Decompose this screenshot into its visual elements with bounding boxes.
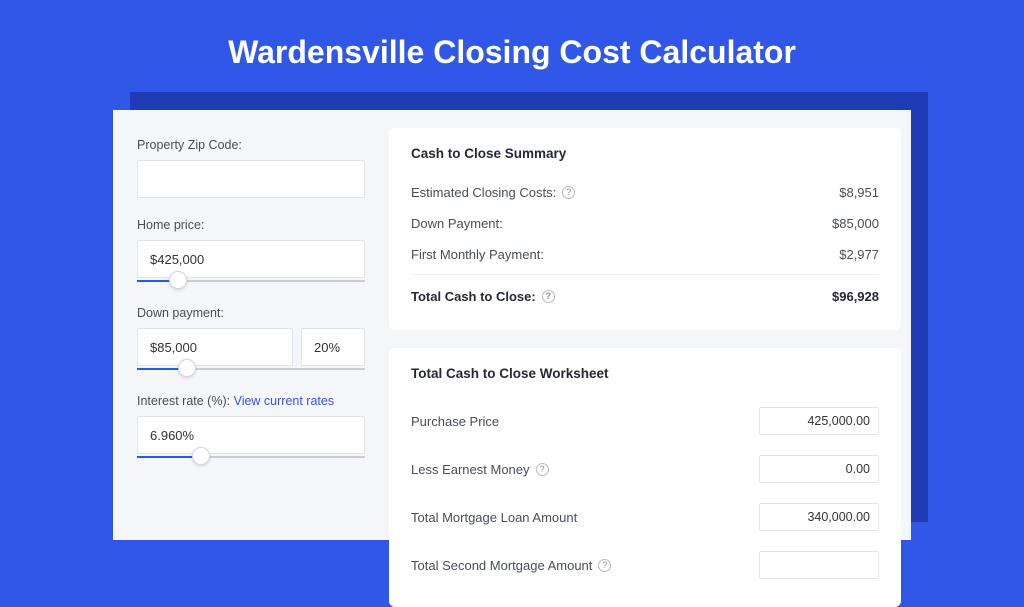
down-payment-field: Down payment:	[137, 306, 365, 374]
summary-value: $2,977	[839, 247, 879, 262]
worksheet-row: Total Mortgage Loan Amount	[411, 493, 879, 541]
worksheet-input[interactable]	[759, 455, 879, 483]
worksheet-label: Less Earnest Money	[411, 462, 530, 477]
worksheet-label: Total Second Mortgage Amount	[411, 558, 592, 573]
down-payment-input[interactable]	[137, 328, 293, 366]
worksheet-row: Purchase Price	[411, 397, 879, 445]
summary-heading: Cash to Close Summary	[411, 146, 879, 161]
interest-rate-label-text: Interest rate (%):	[137, 394, 230, 408]
worksheet-label: Purchase Price	[411, 414, 499, 429]
summary-label: First Monthly Payment:	[411, 247, 544, 262]
help-icon[interactable]: ?	[542, 290, 555, 303]
down-payment-slider[interactable]	[137, 364, 365, 374]
home-price-label: Home price:	[137, 218, 365, 232]
interest-rate-slider[interactable]	[137, 452, 365, 462]
home-price-field: Home price:	[137, 218, 365, 286]
slider-thumb[interactable]	[178, 359, 196, 377]
slider-thumb[interactable]	[169, 271, 187, 289]
zip-field: Property Zip Code:	[137, 138, 365, 198]
help-icon[interactable]: ?	[562, 186, 575, 199]
summary-total-row: Total Cash to Close: ? $96,928	[411, 274, 879, 312]
view-rates-link[interactable]: View current rates	[234, 394, 335, 408]
down-payment-label: Down payment:	[137, 306, 365, 320]
worksheet-panel: Total Cash to Close Worksheet Purchase P…	[389, 348, 901, 607]
worksheet-row: Total Second Mortgage Amount ?	[411, 541, 879, 589]
summary-label: Down Payment:	[411, 216, 503, 231]
worksheet-row: Less Earnest Money ?	[411, 445, 879, 493]
summary-value: $8,951	[839, 185, 879, 200]
worksheet-heading: Total Cash to Close Worksheet	[411, 366, 879, 381]
inputs-column: Property Zip Code: Home price: Down paym…	[123, 128, 371, 530]
worksheet-input[interactable]	[759, 503, 879, 531]
slider-thumb[interactable]	[192, 447, 210, 465]
summary-row: Estimated Closing Costs: ? $8,951	[411, 177, 879, 208]
interest-rate-label: Interest rate (%): View current rates	[137, 394, 365, 408]
summary-row: First Monthly Payment: $2,977	[411, 239, 879, 270]
summary-panel: Cash to Close Summary Estimated Closing …	[389, 128, 901, 330]
summary-label: Estimated Closing Costs:	[411, 185, 556, 200]
results-column: Cash to Close Summary Estimated Closing …	[389, 128, 901, 530]
interest-rate-input[interactable]	[137, 416, 365, 454]
down-payment-pct-input[interactable]	[301, 328, 365, 366]
zip-input[interactable]	[137, 160, 365, 198]
summary-total-label: Total Cash to Close:	[411, 289, 536, 304]
page-title: Wardensville Closing Cost Calculator	[0, 0, 1024, 71]
summary-row: Down Payment: $85,000	[411, 208, 879, 239]
help-icon[interactable]: ?	[598, 559, 611, 572]
calculator-card: Property Zip Code: Home price: Down paym…	[113, 110, 911, 540]
summary-value: $85,000	[832, 216, 879, 231]
interest-rate-field: Interest rate (%): View current rates	[137, 394, 365, 462]
zip-label: Property Zip Code:	[137, 138, 365, 152]
home-price-slider[interactable]	[137, 276, 365, 286]
worksheet-input[interactable]	[759, 407, 879, 435]
worksheet-input[interactable]	[759, 551, 879, 579]
help-icon[interactable]: ?	[536, 463, 549, 476]
summary-total-value: $96,928	[832, 289, 879, 304]
